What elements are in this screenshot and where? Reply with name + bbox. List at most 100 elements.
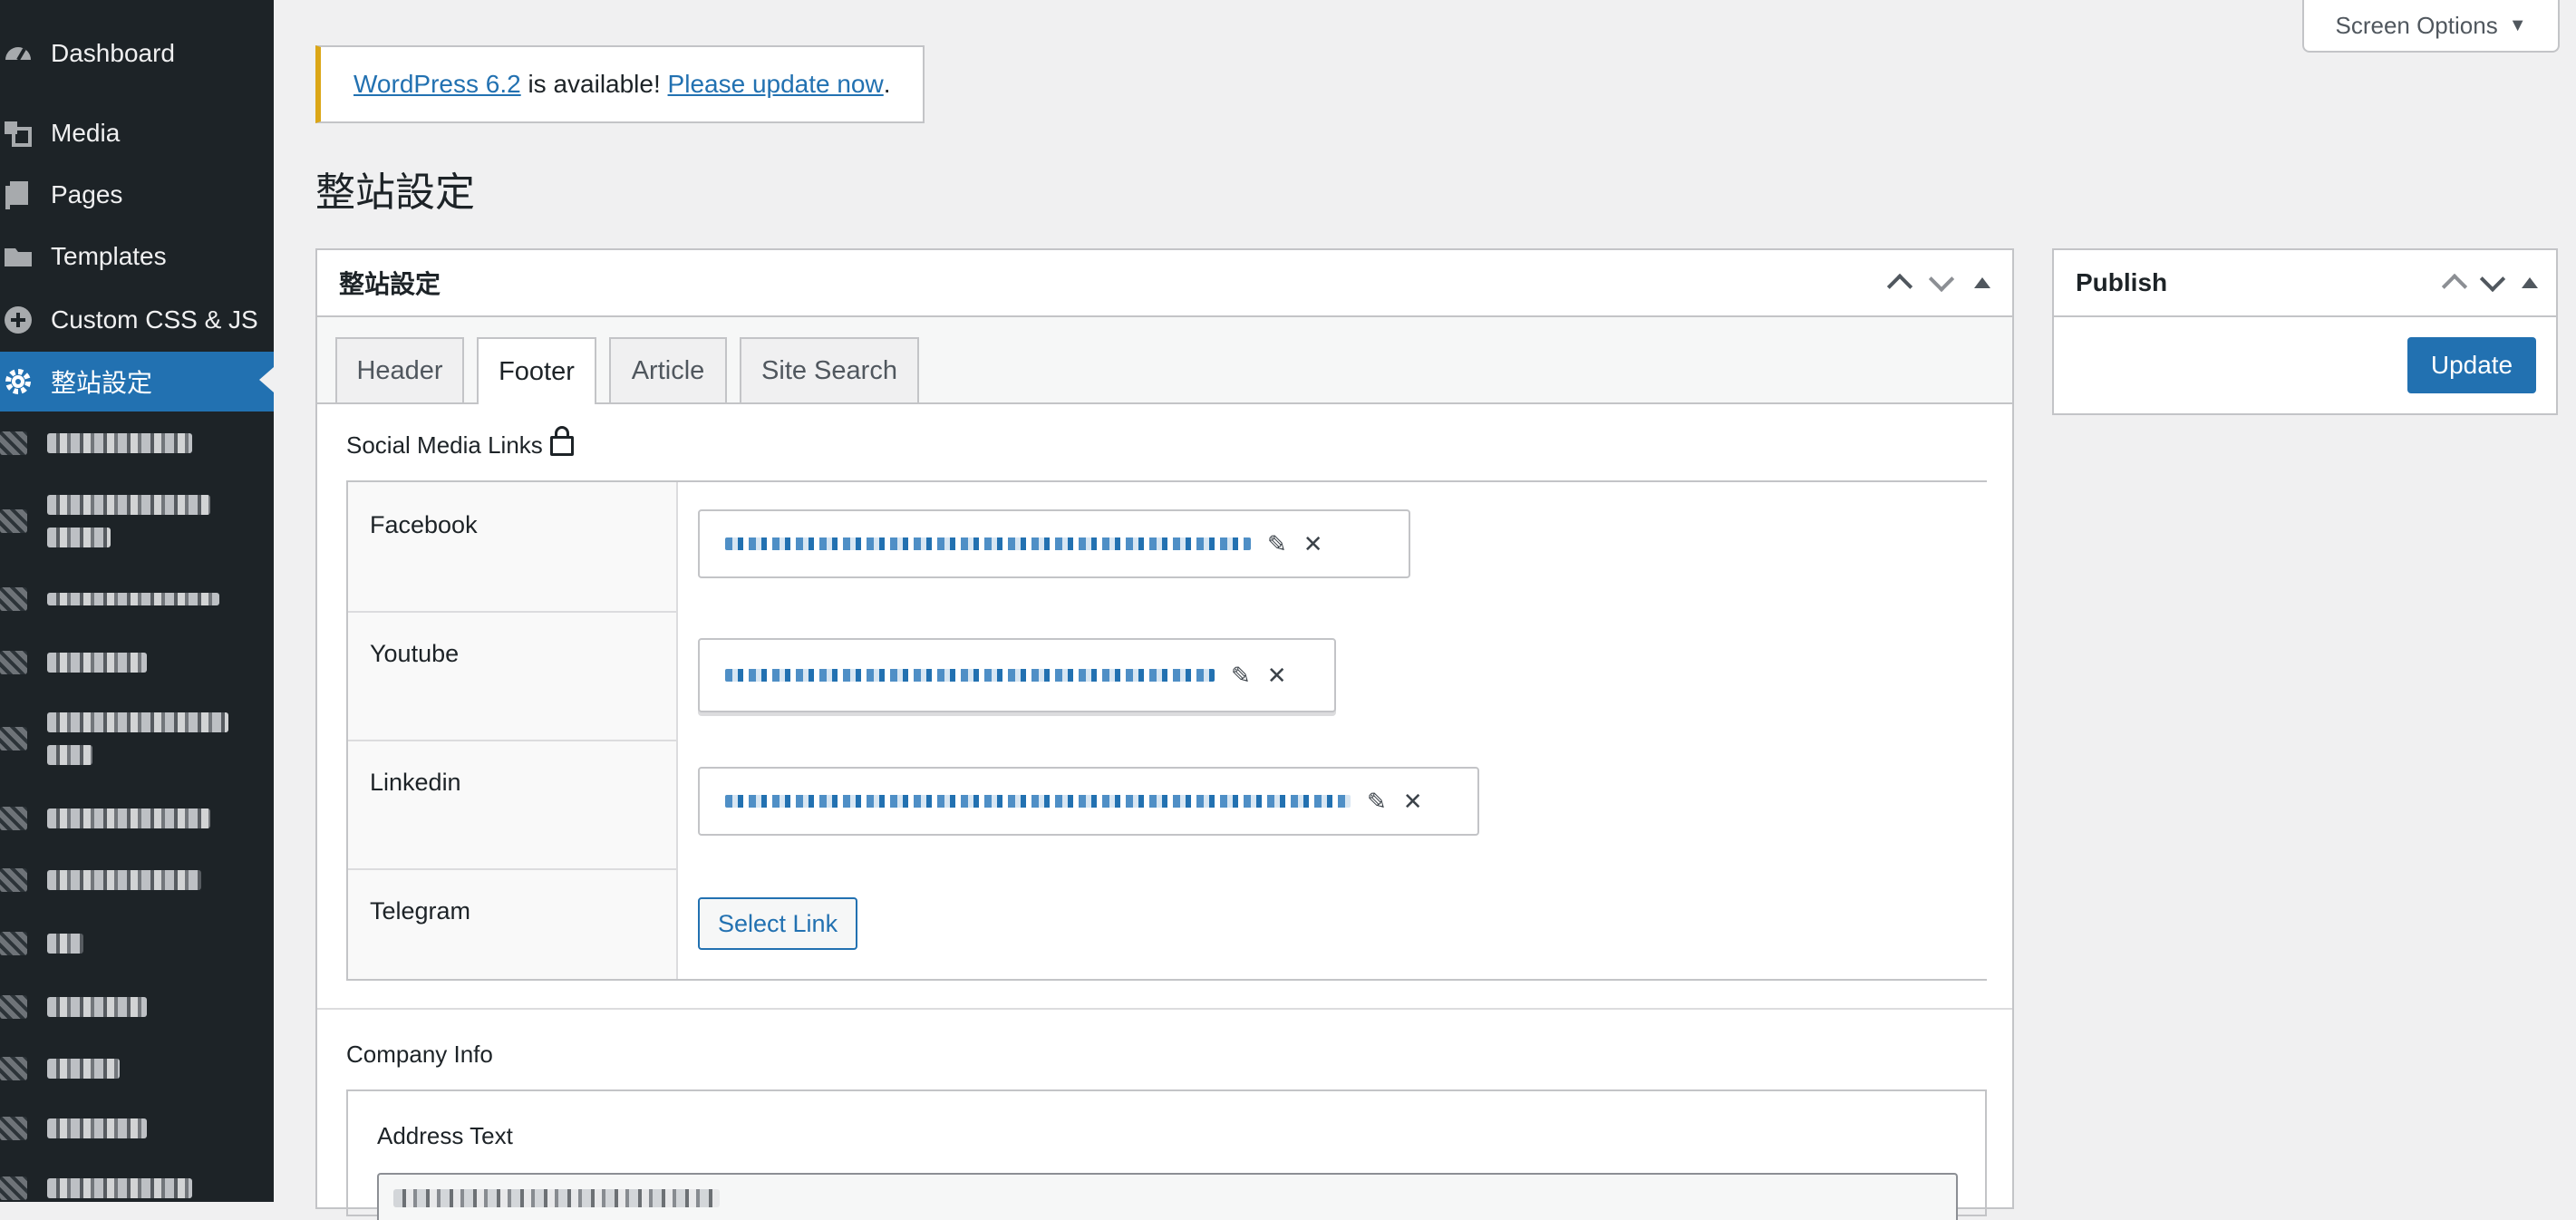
redacted-label bbox=[47, 712, 228, 765]
sidebar-item-redacted[interactable] bbox=[0, 698, 274, 779]
redacted-label bbox=[47, 997, 147, 1017]
sidebar-item-redacted[interactable] bbox=[0, 915, 274, 972]
table-row: Linkedin ✎ ✕ bbox=[348, 740, 1987, 870]
move-down-icon[interactable] bbox=[1928, 266, 1955, 293]
tab-site-search[interactable]: Site Search bbox=[740, 337, 919, 402]
gear-icon bbox=[0, 363, 36, 400]
redacted-icon bbox=[0, 587, 27, 611]
table-row: Facebook ✎ ✕ bbox=[348, 482, 1987, 613]
redacted-icon bbox=[0, 651, 27, 674]
page-title: 整站設定 bbox=[315, 170, 475, 215]
sidebar-item-redacted[interactable] bbox=[0, 1041, 274, 1097]
redacted-icon bbox=[0, 1176, 27, 1200]
remove-link-icon[interactable]: ✕ bbox=[1403, 788, 1423, 816]
select-link-button[interactable]: Select Link bbox=[698, 897, 858, 950]
link-url-redacted bbox=[725, 669, 1215, 682]
sidebar-item-label: Media bbox=[51, 119, 121, 147]
screen-options-button[interactable]: Screen Options ▼ bbox=[2302, 0, 2560, 53]
collapse-toggle-icon[interactable] bbox=[2522, 277, 2538, 288]
redacted-icon bbox=[0, 431, 27, 455]
publish-title: Publish bbox=[2076, 268, 2168, 296]
redacted-icon bbox=[0, 932, 27, 955]
sidebar-item-label: Custom CSS & JS bbox=[51, 305, 258, 334]
youtube-link-field[interactable]: ✎ ✕ bbox=[698, 638, 1336, 712]
admin-sidebar: Dashboard Media Pages Templates Custom C… bbox=[0, 0, 274, 1202]
address-value-redacted bbox=[393, 1189, 720, 1207]
tabs-bar: Header Footer Article Site Search bbox=[317, 317, 2012, 404]
redacted-label bbox=[47, 1178, 192, 1198]
redacted-label bbox=[47, 870, 201, 890]
redacted-label bbox=[47, 495, 210, 547]
company-info-label: Company Info bbox=[346, 1041, 493, 1068]
tab-article[interactable]: Article bbox=[609, 337, 727, 402]
edit-link-icon[interactable]: ✎ bbox=[1367, 788, 1387, 816]
redacted-icon bbox=[0, 868, 27, 892]
media-icon bbox=[0, 115, 36, 151]
sidebar-item-redacted[interactable] bbox=[0, 1160, 274, 1216]
move-up-icon[interactable] bbox=[1886, 273, 1913, 300]
social-media-links-text: Social Media Links bbox=[346, 431, 543, 459]
company-info-group: Address Text bbox=[346, 1089, 1987, 1220]
edit-link-icon[interactable]: ✎ bbox=[1267, 530, 1287, 558]
table-row: Youtube ✎ ✕ bbox=[348, 611, 1987, 741]
tab-header[interactable]: Header bbox=[335, 337, 464, 402]
redacted-icon bbox=[0, 1117, 27, 1140]
update-now-link[interactable]: Please update now bbox=[668, 70, 884, 99]
remove-link-icon[interactable]: ✕ bbox=[1267, 662, 1287, 690]
redacted-icon bbox=[0, 995, 27, 1019]
move-up-icon[interactable] bbox=[2441, 273, 2468, 300]
section-divider bbox=[317, 1008, 2012, 1010]
sidebar-item-redacted[interactable] bbox=[0, 1100, 274, 1157]
sidebar-item-redacted[interactable] bbox=[0, 415, 274, 471]
redacted-label bbox=[47, 1118, 147, 1138]
address-text-label: Address Text bbox=[377, 1122, 513, 1149]
facebook-link-field[interactable]: ✎ ✕ bbox=[698, 509, 1410, 578]
sidebar-item-media[interactable]: Media bbox=[0, 105, 274, 161]
row-label: Facebook bbox=[370, 511, 478, 538]
redacted-icon bbox=[0, 509, 27, 533]
sidebar-item-custom-css-js[interactable]: Custom CSS & JS bbox=[0, 292, 274, 348]
publish-header: Publish bbox=[2054, 250, 2556, 317]
sidebar-item-redacted[interactable] bbox=[0, 790, 274, 847]
postbox-header: 整站設定 bbox=[317, 250, 2012, 317]
sidebar-item-redacted[interactable] bbox=[0, 634, 274, 691]
settings-postbox: 整站設定 Header Footer Article Site Search S… bbox=[315, 248, 2014, 1220]
update-button[interactable]: Update bbox=[2407, 337, 2536, 393]
redacted-icon bbox=[0, 807, 27, 830]
redacted-icon bbox=[0, 727, 27, 750]
edit-link-icon[interactable]: ✎ bbox=[1231, 662, 1251, 690]
redacted-icon bbox=[0, 1057, 27, 1080]
link-url-redacted bbox=[725, 795, 1351, 808]
sidebar-item-redacted[interactable] bbox=[0, 480, 274, 562]
sidebar-item-site-settings[interactable]: 整站設定 bbox=[0, 352, 274, 412]
collapse-toggle-icon[interactable] bbox=[1974, 277, 1990, 288]
address-text-input[interactable] bbox=[377, 1173, 1958, 1220]
remove-link-icon[interactable]: ✕ bbox=[1303, 530, 1323, 558]
tab-footer[interactable]: Footer bbox=[477, 337, 596, 404]
sidebar-item-label: Templates bbox=[51, 242, 167, 270]
dashboard-icon bbox=[0, 35, 36, 72]
row-label: Telegram bbox=[370, 897, 471, 925]
social-links-table: Facebook ✎ ✕ Youtube ✎ ✕ Linkedin ✎ ✕ Te… bbox=[346, 480, 1987, 981]
redacted-label bbox=[47, 808, 210, 828]
sidebar-item-redacted[interactable] bbox=[0, 852, 274, 908]
update-notice: WordPress 6.2 is available! Please updat… bbox=[315, 45, 925, 123]
move-down-icon[interactable] bbox=[2479, 266, 2506, 293]
sidebar-item-label: 整站設定 bbox=[51, 369, 153, 397]
lock-icon bbox=[549, 426, 574, 456]
caret-down-icon: ▼ bbox=[2508, 15, 2527, 35]
sidebar-item-dashboard[interactable]: Dashboard bbox=[0, 25, 274, 82]
sidebar-item-templates[interactable]: Templates bbox=[0, 228, 274, 285]
wordpress-version-link[interactable]: WordPress 6.2 bbox=[353, 70, 521, 99]
sidebar-item-redacted[interactable] bbox=[0, 979, 274, 1035]
plus-circle-icon bbox=[0, 302, 36, 338]
row-label: Youtube bbox=[370, 640, 460, 667]
sidebar-item-pages[interactable]: Pages bbox=[0, 167, 274, 223]
redacted-label bbox=[47, 653, 147, 673]
sidebar-item-redacted[interactable] bbox=[0, 571, 274, 627]
notice-end: . bbox=[883, 70, 891, 98]
notice-text: is available! bbox=[520, 70, 668, 98]
redacted-label bbox=[47, 593, 219, 605]
linkedin-link-field[interactable]: ✎ ✕ bbox=[698, 767, 1479, 836]
publish-box: Publish Update bbox=[2052, 248, 2558, 415]
